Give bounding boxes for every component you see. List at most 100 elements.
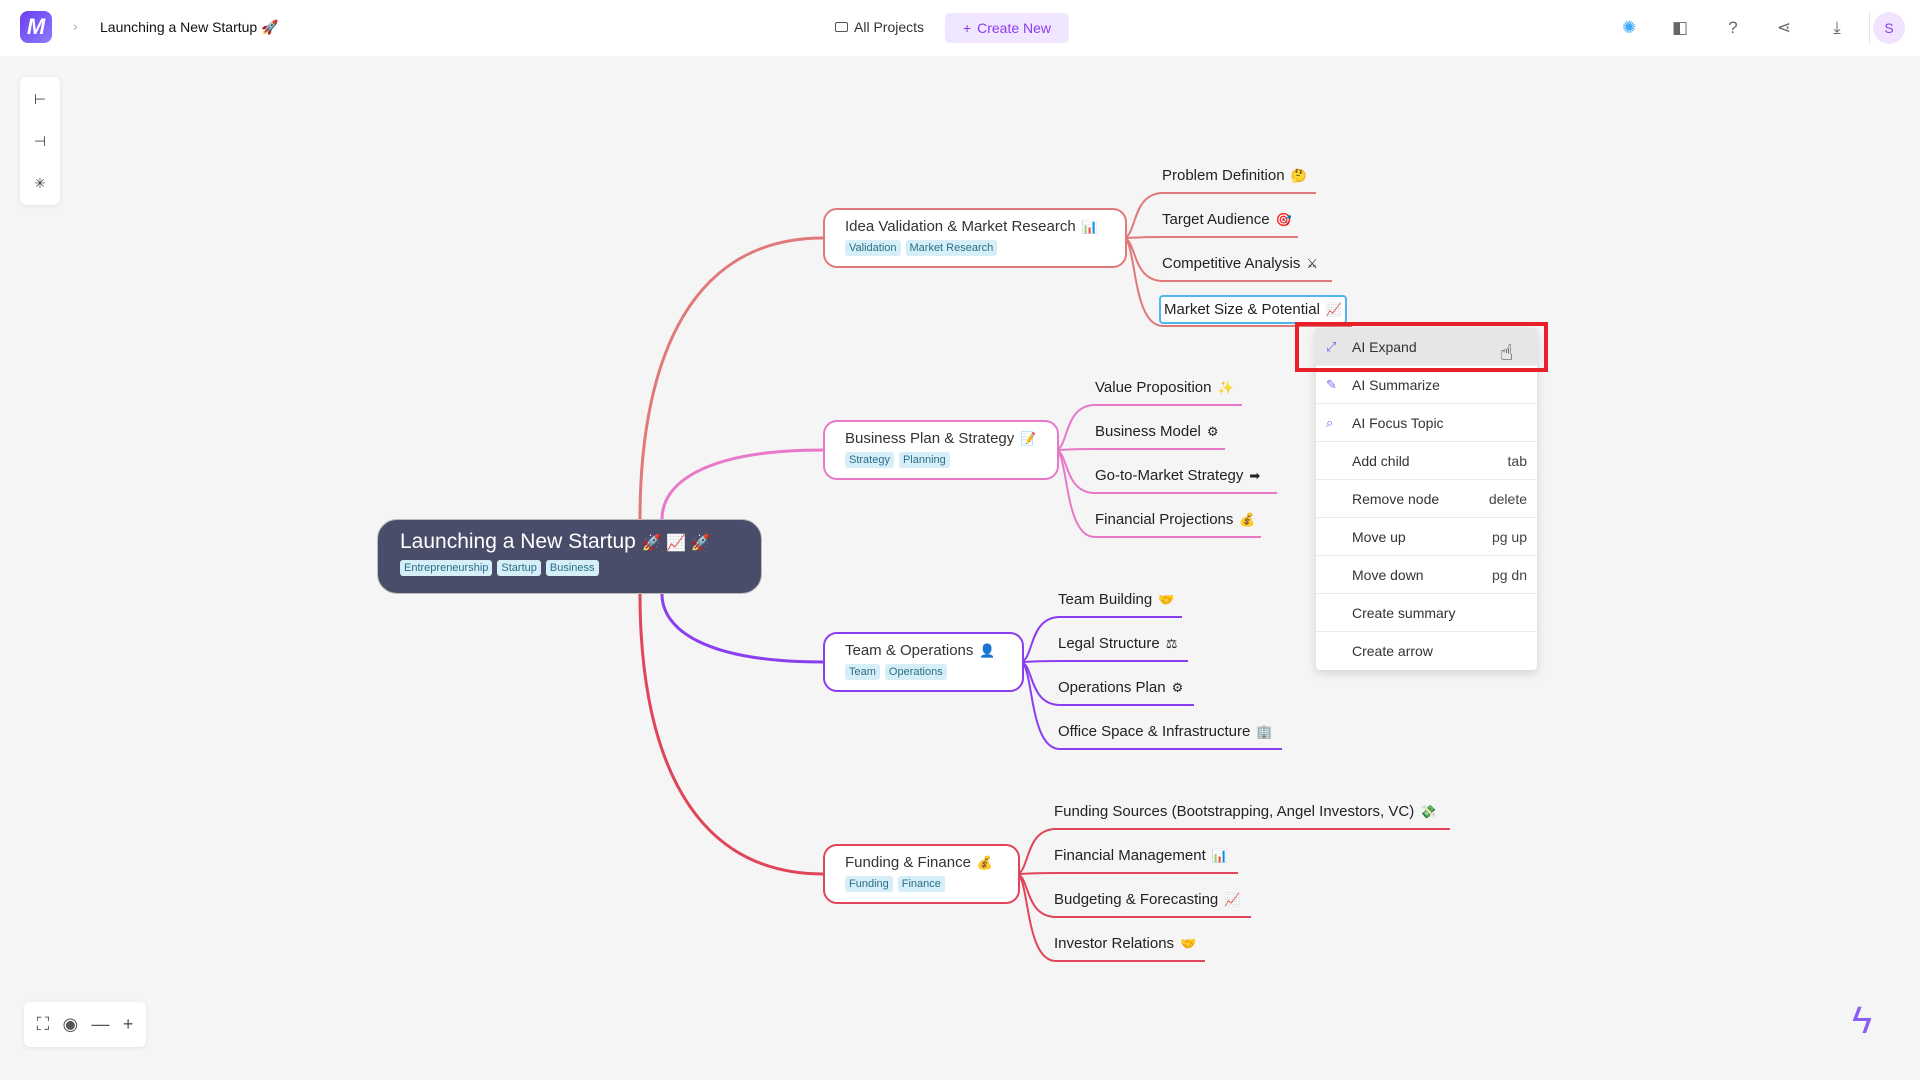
branch-emoji: 📊 [1081, 219, 1098, 234]
branch-node[interactable]: Business Plan & Strategy 📝 Strategy Plannin… [823, 420, 1059, 480]
root-connector [638, 236, 824, 520]
menu-item-label: Remove node [1352, 490, 1440, 507]
branch-title-row: Business Plan & Strategy 📝 [845, 430, 1037, 447]
menu-item-ai-focus-topic[interactable]: ⌕ AI Focus Topic [1316, 404, 1537, 442]
menu-item-move-up[interactable]: Move up pg up [1316, 518, 1537, 556]
child-connector [1015, 872, 1238, 875]
menu-item-label: Create arrow [1352, 643, 1433, 659]
branch-tags: Funding Finance [845, 876, 998, 892]
child-node[interactable]: Funding Sources (Bootstrapping, Angel In… [1051, 801, 1439, 822]
child-node[interactable]: Office Space & Infrastructure 🏢 [1055, 721, 1276, 742]
tag: Finance [897, 876, 945, 892]
child-emoji: 📈 [1325, 302, 1343, 317]
child-node[interactable]: Investor Relations 🤝 [1051, 933, 1199, 954]
locate-icon[interactable]: ◉ [63, 1014, 79, 1035]
menu-item-create-arrow[interactable]: Create arrow [1316, 632, 1537, 670]
menu-item-label: Add child [1352, 452, 1410, 469]
menu-item-label: Create summary [1352, 604, 1456, 621]
child-node[interactable]: Budgeting & Forecasting 📈 [1051, 889, 1243, 910]
search-icon: ⌕ [1326, 414, 1334, 430]
branch-title-row: Funding & Finance 💰 [845, 854, 998, 871]
tag: Entrepreneurship [400, 560, 493, 576]
branch-title: Idea Validation & Market Research [845, 218, 1076, 235]
branch-title: Business Plan & Strategy [845, 430, 1015, 447]
tag: Strategy [845, 452, 894, 468]
branch-emoji: 👤 [979, 643, 996, 658]
child-label: Business Model [1095, 423, 1201, 440]
child-node[interactable]: Market Size & Potential 📈 [1159, 295, 1348, 324]
root-connector [660, 448, 824, 520]
child-emoji: 💰 [1239, 512, 1256, 527]
tag: Funding [845, 876, 893, 892]
child-label: Target Audience [1162, 211, 1270, 228]
child-node[interactable]: Legal Structure ⚖ [1055, 633, 1180, 654]
menu-item-add-child[interactable]: Add child tab [1316, 442, 1537, 480]
child-label: Market Size & Potential [1164, 301, 1320, 318]
child-connector [1122, 236, 1298, 239]
child-emoji: ➡ [1249, 468, 1261, 483]
tag: Planning [898, 452, 950, 468]
child-node[interactable]: Go-to-Market Strategy ➡ [1092, 465, 1263, 486]
child-emoji: 📈 [1224, 892, 1241, 907]
child-label: Investor Relations [1054, 935, 1175, 952]
child-label: Value Proposition [1095, 379, 1212, 396]
menu-item-shortcut: tab [1507, 452, 1527, 469]
child-label: Team Building [1058, 591, 1153, 608]
menu-item-create-summary[interactable]: Create summary [1316, 594, 1537, 632]
branch-title: Funding & Finance [845, 854, 971, 871]
tag: Team [845, 664, 880, 680]
child-emoji: 💸 [1420, 804, 1437, 819]
menu-item-label: Move up [1352, 528, 1406, 545]
branch-node[interactable]: Idea Validation & Market Research 📊 Valida… [823, 208, 1127, 268]
child-emoji: 🏢 [1256, 724, 1273, 739]
child-connector [1019, 660, 1188, 663]
root-connector [660, 593, 824, 664]
tag: Validation [845, 240, 901, 256]
child-label: Financial Management [1054, 847, 1206, 864]
zoom-controls: ⛶ ◉ — + [24, 1002, 146, 1047]
child-node[interactable]: Target Audience 🎯 [1159, 209, 1295, 230]
zoom-in-icon[interactable]: + [123, 1014, 134, 1035]
tag: Operations [884, 664, 947, 680]
root-node[interactable]: Launching a New Startup 🚀 📈 🚀 Entrepreneu… [377, 519, 762, 594]
child-label: Operations Plan [1058, 679, 1166, 696]
child-label: Legal Structure [1058, 635, 1160, 652]
child-label: Competitive Analysis [1162, 255, 1301, 272]
branch-node[interactable]: Funding & Finance 💰 Funding Finance [823, 844, 1020, 904]
branch-tags: Team Operations [845, 664, 1002, 680]
child-node[interactable]: Business Model ⚙ [1092, 421, 1222, 442]
child-node[interactable]: Financial Projections 💰 [1092, 509, 1259, 530]
branch-title: Team & Operations [845, 642, 974, 659]
child-emoji: 🤝 [1158, 592, 1175, 607]
child-node[interactable]: Value Proposition ✨ [1092, 377, 1237, 398]
child-node[interactable]: Competitive Analysis ⚔ [1159, 253, 1321, 274]
child-label: Problem Definition [1162, 167, 1285, 184]
zoom-out-icon[interactable]: — [92, 1014, 110, 1035]
branch-emoji: 📝 [1020, 431, 1037, 446]
mindmap-connectors [638, 192, 1450, 962]
child-emoji: ⚙ [1171, 680, 1184, 695]
child-node[interactable]: Team Building 🤝 [1055, 589, 1177, 610]
branch-emoji: 💰 [976, 855, 994, 870]
tag: Startup [497, 560, 541, 576]
child-node[interactable]: Operations Plan ⚙ [1055, 677, 1186, 698]
hand-cursor-icon: ☝ [1500, 340, 1514, 365]
menu-item-label: AI Focus Topic [1352, 414, 1444, 431]
root-emoji: 🚀 📈 🚀 [641, 535, 711, 552]
menu-item-label: Move down [1352, 566, 1424, 583]
branch-tags: Strategy Planning [845, 452, 1037, 468]
child-node[interactable]: Financial Management 📊 [1051, 845, 1231, 866]
branch-tags: Validation Market Research [845, 240, 1105, 256]
menu-item-shortcut: delete [1488, 490, 1527, 507]
branch-title-row: Idea Validation & Market Research 📊 [845, 218, 1105, 235]
child-emoji: ⚙ [1206, 424, 1219, 439]
child-node[interactable]: Problem Definition 🤔 [1159, 165, 1310, 186]
fit-screen-icon[interactable]: ⛶ [37, 1014, 50, 1035]
branch-node[interactable]: Team & Operations 👤 Team Operations [823, 632, 1024, 692]
menu-item-move-down[interactable]: Move down pg dn [1316, 556, 1537, 594]
menu-item-remove-node[interactable]: Remove node delete [1316, 480, 1537, 518]
lightning-icon[interactable]: ϟ [1852, 1000, 1872, 1043]
child-emoji: 🎯 [1275, 212, 1292, 227]
child-emoji: 🤝 [1180, 936, 1197, 951]
child-emoji: ⚖ [1165, 636, 1178, 651]
